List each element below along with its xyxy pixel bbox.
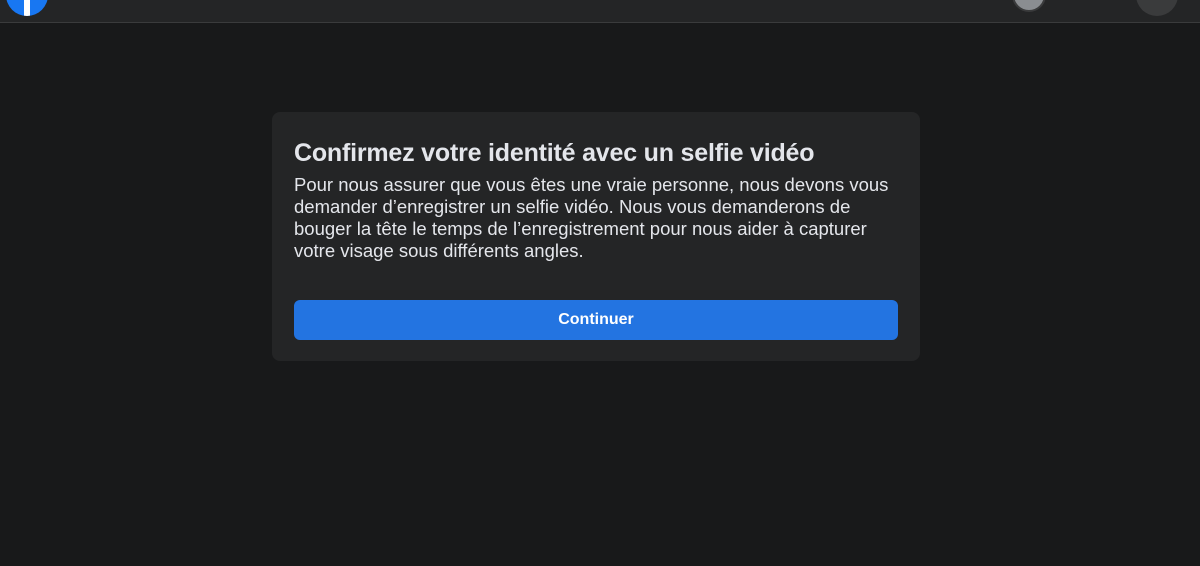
dialog-description: Pour nous assurer que vous êtes une vrai… [294, 174, 889, 261]
dialog-title: Confirmez votre identité avec un selfie … [294, 139, 815, 167]
top-navigation-bar [0, 0, 1200, 23]
facebook-f-glyph [24, 0, 30, 16]
account-menu-icon[interactable] [1136, 0, 1178, 16]
profile-avatar[interactable] [1012, 0, 1046, 12]
continue-button[interactable]: Continuer [294, 300, 898, 340]
selfie-verification-dialog: Confirmez votre identité avec un selfie … [272, 112, 920, 361]
facebook-logo-icon[interactable] [6, 0, 48, 16]
